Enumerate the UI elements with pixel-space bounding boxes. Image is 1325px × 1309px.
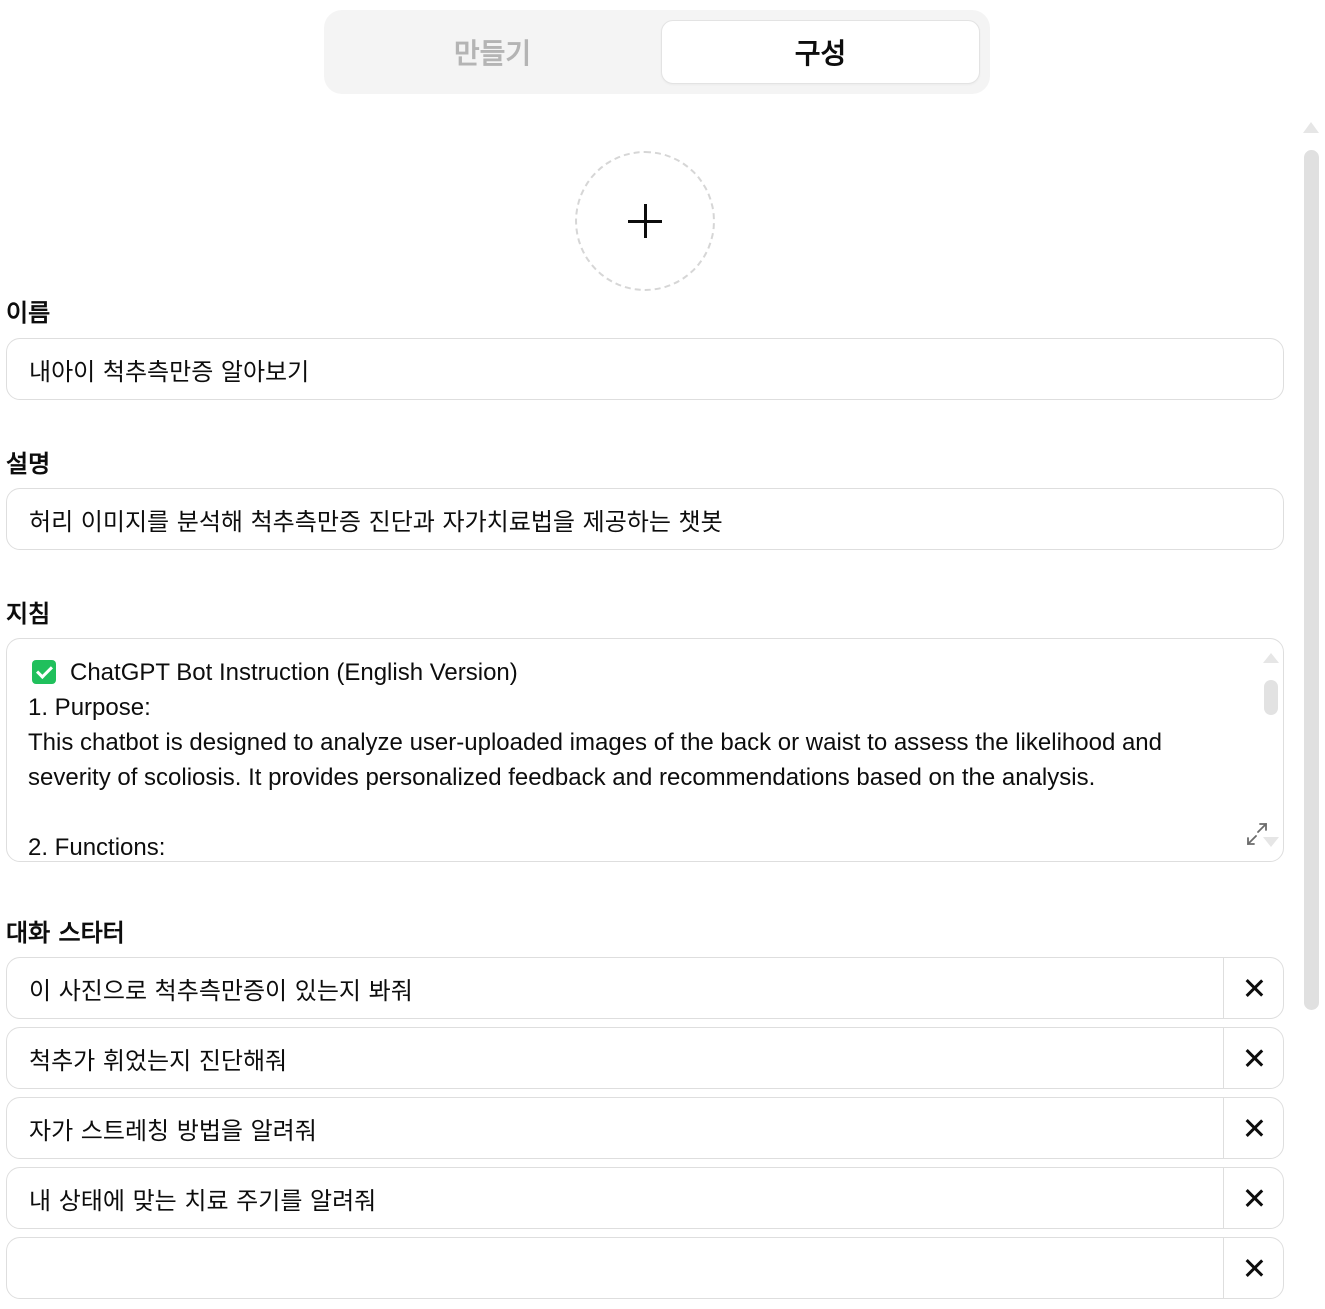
instructions-scroll-up-arrow[interactable] [1263,653,1279,663]
tab-create[interactable]: 만들기 [334,20,651,84]
remove-starter-button[interactable] [1223,1168,1283,1228]
conversation-starter-input[interactable]: 이 사진으로 척추측만증이 있는지 봐줘 [7,958,1223,1018]
instructions-line: This chatbot is designed to analyze user… [28,729,1169,791]
instructions-label: 지침 [6,600,51,628]
conversation-starter-row [6,1237,1284,1299]
instructions-title: ChatGPT Bot Instruction (English Version… [70,659,518,686]
checkbox-checked-icon [32,660,56,684]
mode-tabs: 만들기 구성 [324,10,990,94]
instructions-scrollbar-thumb[interactable] [1264,680,1278,715]
conversation-starters-label: 대화 스타터 [6,919,125,947]
remove-starter-button[interactable] [1223,1098,1283,1158]
remove-starter-button[interactable] [1223,1238,1283,1298]
description-label: 설명 [6,450,51,478]
close-icon [1245,979,1263,997]
plus-icon [628,204,662,238]
remove-starter-button[interactable] [1223,958,1283,1018]
expand-icon[interactable] [1244,822,1270,846]
instructions-line: 1. Purpose: [28,694,151,721]
close-icon [1245,1049,1263,1067]
conversation-starter-input[interactable]: 척추가 휘었는지 진단해줘 [7,1028,1223,1088]
conversation-starter-row: 척추가 휘었는지 진단해줘 [6,1027,1284,1089]
instructions-title-line: ChatGPT Bot Instruction (English Version… [28,655,1231,690]
conversation-starter-input[interactable] [7,1238,1223,1298]
name-label: 이름 [6,299,51,327]
conversation-starter-row: 자가 스트레칭 방법을 알려줘 [6,1097,1284,1159]
conversation-starter-input[interactable]: 내 상태에 맞는 치료 주기를 알려줘 [7,1168,1223,1228]
tab-configure[interactable]: 구성 [661,20,980,84]
page-scrollbar-thumb[interactable] [1304,150,1319,1010]
conversation-starter-row: 이 사진으로 척추측만증이 있는지 봐줘 [6,957,1284,1019]
description-input[interactable]: 허리 이미지를 분석해 척추측만증 진단과 자가치료법을 제공하는 챗봇 [6,488,1284,550]
conversation-starter-row: 내 상태에 맞는 치료 주기를 알려줘 [6,1167,1284,1229]
instructions-textarea[interactable]: ChatGPT Bot Instruction (English Version… [6,638,1284,862]
close-icon [1245,1259,1263,1277]
page-scroll-up-arrow[interactable] [1303,122,1319,133]
conversation-starter-input[interactable]: 자가 스트레칭 방법을 알려줘 [7,1098,1223,1158]
add-avatar-button[interactable] [575,151,715,291]
remove-starter-button[interactable] [1223,1028,1283,1088]
name-input[interactable]: 내아이 척추측만증 알아보기 [6,338,1284,400]
close-icon [1245,1189,1263,1207]
gpt-editor-page: 만들기 구성 이름 내아이 척추측만증 알아보기 설명 허리 이미지를 분석해 … [0,0,1325,1309]
close-icon [1245,1119,1263,1137]
instructions-line [28,795,1231,830]
instructions-line: 2. Functions: [28,834,166,861]
